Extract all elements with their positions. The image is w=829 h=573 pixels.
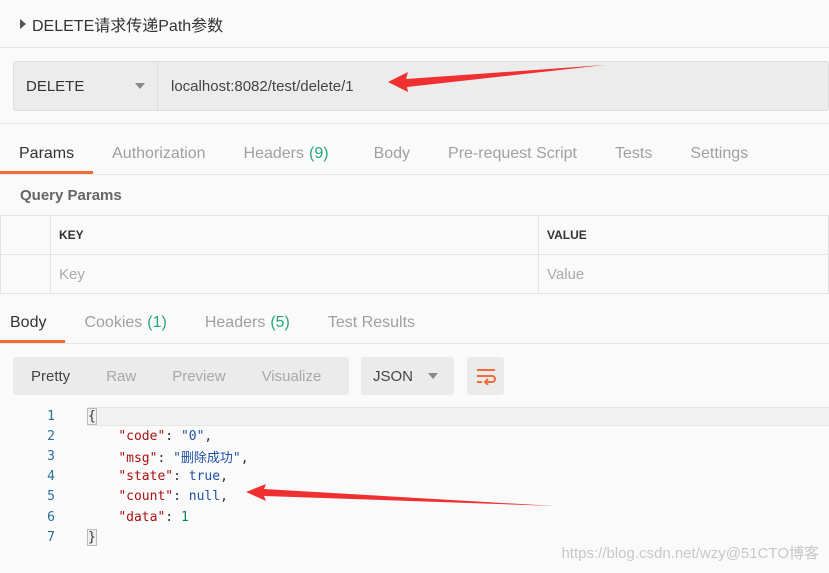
watermark: https://blog.csdn.net/wzy@51CTO博客 [561, 545, 819, 562]
arrow-icon [388, 65, 605, 92]
arrow-icon [246, 484, 555, 506]
annotation-arrows [246, 65, 605, 506]
